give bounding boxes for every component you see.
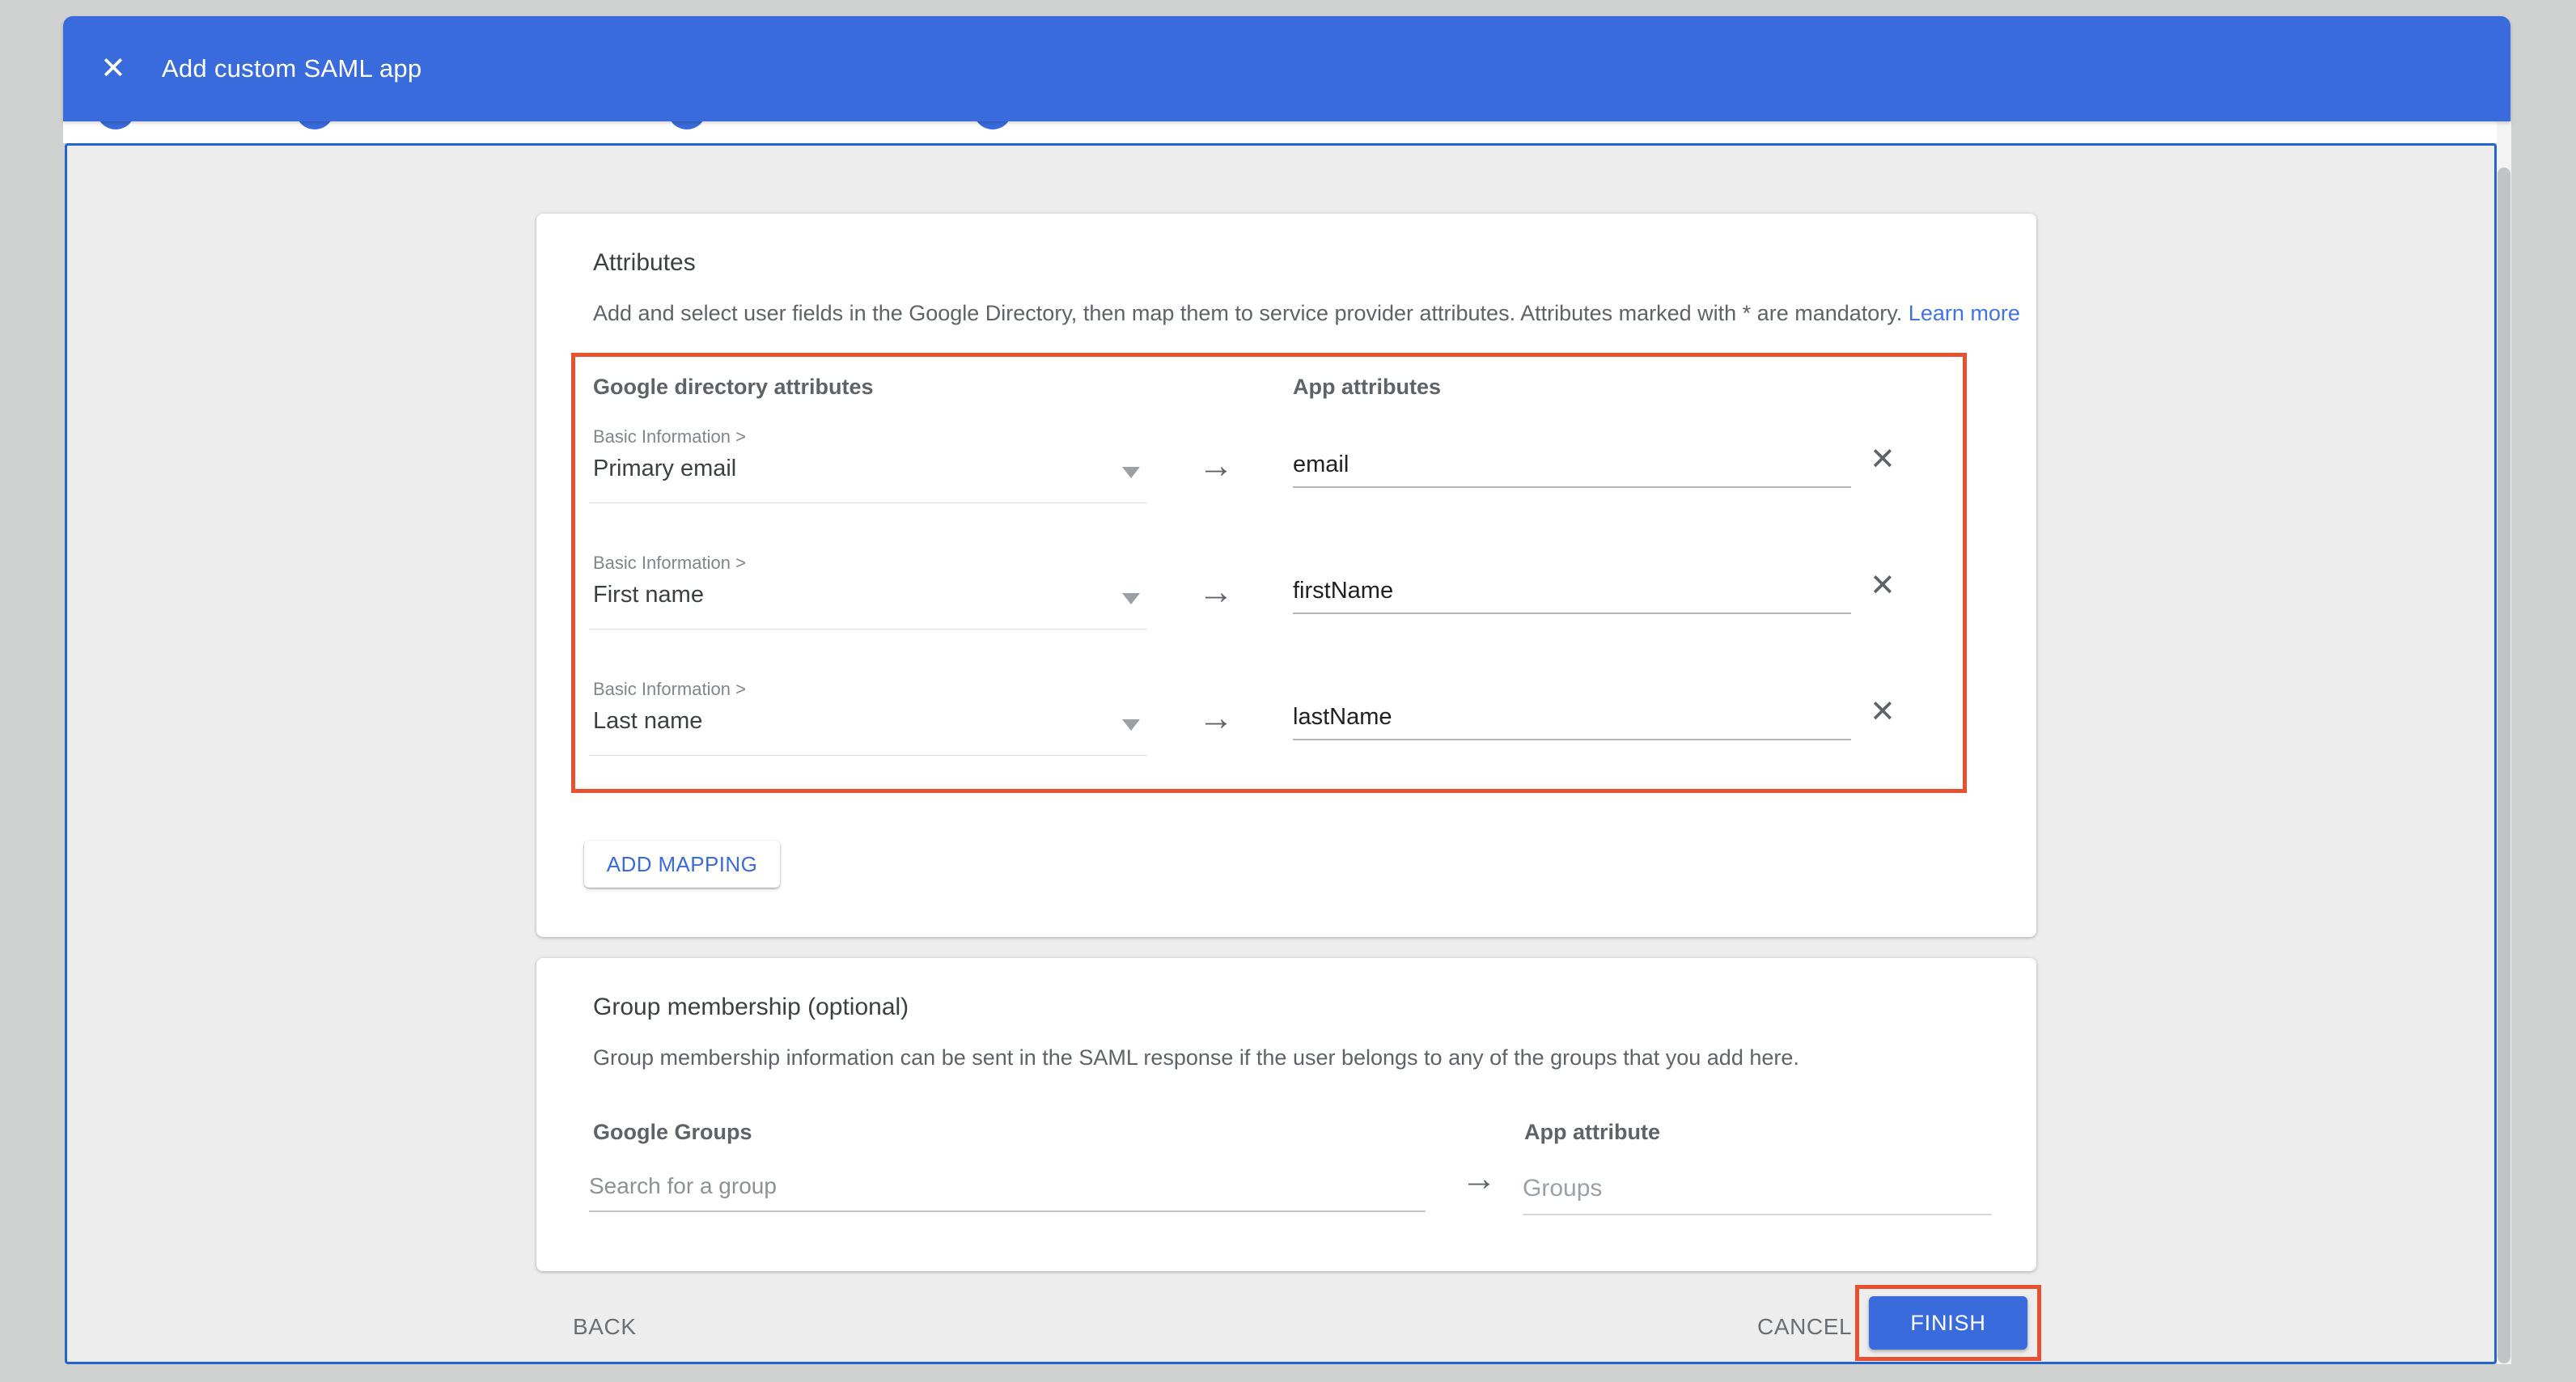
mapping-row: Basic Information > First name → ✕ [575, 553, 1963, 666]
mapping-row: Basic Information > Last name → ✕ [575, 679, 1963, 792]
learn-more-link[interactable]: Learn more [1909, 301, 2020, 325]
remove-mapping-icon[interactable]: ✕ [1870, 697, 1896, 727]
finish-annotation-box: FINISH [1855, 1285, 2041, 1361]
scrollbar-thumb[interactable] [2498, 167, 2510, 1363]
app-attribute-label: App attribute [1524, 1120, 1660, 1145]
group-card-description: Group membership information can be sent… [593, 1045, 1799, 1070]
dropdown-caret-icon [1122, 719, 1140, 731]
google-groups-label: Google Groups [593, 1120, 752, 1145]
app-attributes-header: App attributes [1293, 375, 1441, 400]
group-card-title: Group membership (optional) [593, 994, 909, 1021]
google-attribute-select[interactable]: Basic Information > First name [575, 553, 1166, 642]
attribute-category-label: Basic Information > [593, 553, 746, 574]
app-attribute-input[interactable] [1293, 443, 1851, 488]
stepper-strip [63, 121, 2510, 143]
google-attribute-value: Last name [593, 708, 702, 735]
attributes-card: Attributes Add and select user fields in… [536, 214, 2036, 937]
google-attribute-value: Primary email [593, 456, 736, 482]
back-button[interactable]: BACK [573, 1311, 637, 1343]
dropdown-caret-icon [1122, 467, 1140, 478]
add-mapping-button[interactable]: ADD MAPPING [584, 841, 780, 888]
google-directory-attributes-header: Google directory attributes [593, 375, 874, 400]
remove-mapping-icon[interactable]: ✕ [1870, 570, 1896, 601]
google-attribute-value: First name [593, 582, 704, 608]
attribute-category-label: Basic Information > [593, 679, 746, 700]
finish-button[interactable]: FINISH [1869, 1296, 2027, 1350]
google-attribute-select[interactable]: Basic Information > Last name [575, 679, 1166, 768]
modal-title: Add custom SAML app [162, 54, 422, 83]
arrow-right-icon: → [1198, 572, 1234, 613]
attributes-card-description: Add and select user fields in the Google… [593, 301, 2020, 326]
arrow-right-icon: → [1461, 1159, 1497, 1199]
app-attribute-input[interactable] [1293, 569, 1851, 614]
dropdown-caret-icon [1122, 593, 1140, 604]
arrow-right-icon: → [1198, 698, 1234, 739]
group-membership-card: Group membership (optional) Group member… [536, 958, 2036, 1271]
groups-attribute-input[interactable] [1523, 1164, 1992, 1215]
select-underline [589, 755, 1147, 756]
attribute-category-label: Basic Information > [593, 426, 746, 447]
attributes-card-title: Attributes [593, 249, 696, 277]
cancel-button[interactable]: CANCEL [1757, 1311, 1852, 1343]
select-underline [589, 502, 1147, 503]
mapping-annotation-box: Google directory attributes App attribut… [571, 353, 1967, 793]
close-icon[interactable]: ✕ [100, 53, 126, 84]
app-attribute-input[interactable] [1293, 695, 1851, 740]
attributes-description-text: Add and select user fields in the Google… [593, 301, 1902, 325]
remove-mapping-icon[interactable]: ✕ [1870, 444, 1896, 475]
search-group-input[interactable] [589, 1162, 1426, 1212]
google-attribute-select[interactable]: Basic Information > Primary email [575, 426, 1166, 515]
arrow-right-icon: → [1198, 446, 1234, 486]
select-underline [589, 629, 1147, 630]
modal-header: ✕ Add custom SAML app [63, 16, 2510, 121]
mapping-row: Basic Information > Primary email → ✕ [575, 426, 1963, 540]
